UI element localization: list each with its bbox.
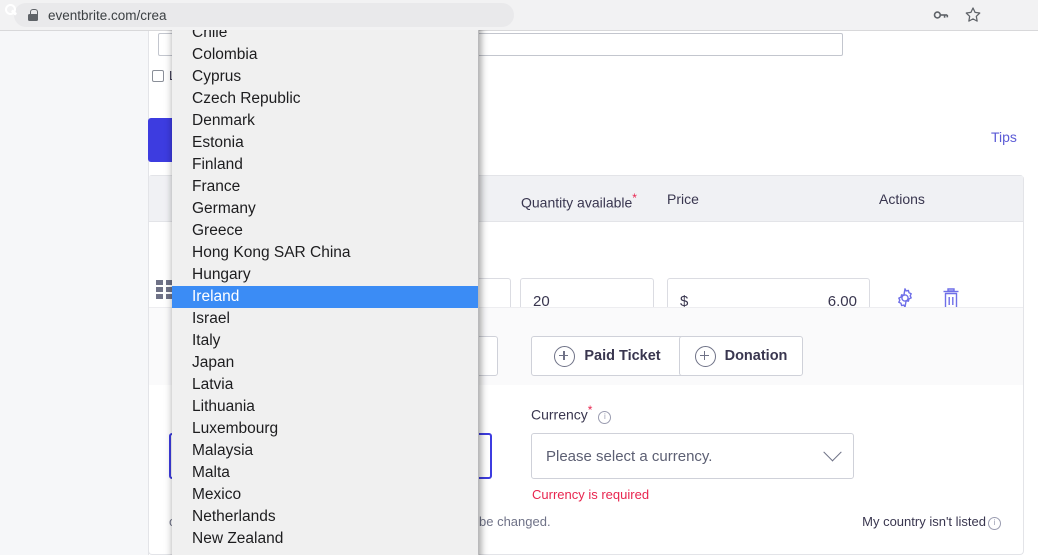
star-icon[interactable] <box>964 6 982 24</box>
tips-link[interactable]: Tips <box>991 129 1017 145</box>
url-text: eventbrite.com/crea <box>48 7 167 23</box>
country-option[interactable]: Germany <box>172 198 478 220</box>
key-icon[interactable] <box>932 6 950 24</box>
column-header-quantity-label: Quantity available <box>521 194 633 211</box>
browser-chrome: eventbrite.com/crea <box>0 0 1038 31</box>
country-option[interactable]: Estonia <box>172 132 478 154</box>
add-donation-button[interactable]: Donation <box>679 336 803 376</box>
country-option[interactable]: Denmark <box>172 110 478 132</box>
country-dropdown-popup[interactable]: CanadaChileColombiaCyprusCzech RepublicD… <box>172 30 479 555</box>
currency-label-text: Currency <box>531 406 588 423</box>
currency-select-value: Please select a currency. <box>546 447 713 465</box>
plus-icon <box>694 345 716 367</box>
free-ticket-checkbox[interactable] <box>152 70 164 82</box>
add-paid-ticket-button[interactable]: Paid Ticket <box>531 336 684 376</box>
currency-error-message: Currency is required <box>532 487 650 502</box>
country-option[interactable]: France <box>172 176 478 198</box>
country-option[interactable]: Japan <box>172 352 478 374</box>
country-option[interactable]: Czech Republic <box>172 88 478 110</box>
required-marker: * <box>632 191 637 205</box>
country-option[interactable]: Latvia <box>172 374 478 396</box>
country-not-listed-label: My country isn't listed <box>862 514 986 529</box>
country-option[interactable]: Hungary <box>172 264 478 286</box>
plus-icon <box>554 345 576 367</box>
page-body: L Tips Quantity available* Price Actions… <box>0 30 1038 555</box>
currency-select[interactable]: Please select a currency. <box>531 433 854 479</box>
country-option[interactable]: Lithuania <box>172 396 478 418</box>
add-donation-label: Donation <box>724 348 788 364</box>
country-option[interactable]: Malaysia <box>172 440 478 462</box>
country-option[interactable]: New Zealand <box>172 528 478 550</box>
currency-info-icon[interactable]: i <box>598 410 612 424</box>
column-header-actions: Actions <box>879 191 925 207</box>
currency-label: Currency* i <box>531 403 612 424</box>
country-option[interactable]: Colombia <box>172 44 478 66</box>
country-dropdown-options: CanadaChileColombiaCyprusCzech RepublicD… <box>172 30 478 550</box>
column-header-price: Price <box>667 191 699 207</box>
country-option[interactable]: Malta <box>172 462 478 484</box>
country-option[interactable]: Greece <box>172 220 478 242</box>
country-option[interactable]: Luxembourg <box>172 418 478 440</box>
country-not-listed-link[interactable]: My country isn't listed i <box>862 514 1001 530</box>
lock-icon <box>28 9 38 21</box>
country-not-listed-info-icon[interactable]: i <box>988 517 1001 530</box>
country-option[interactable]: Cyprus <box>172 66 478 88</box>
country-change-note: be changed. <box>479 514 551 529</box>
country-option[interactable]: Hong Kong SAR China <box>172 242 478 264</box>
country-option[interactable]: Chile <box>172 30 478 44</box>
country-option[interactable]: Israel <box>172 308 478 330</box>
address-bar[interactable]: eventbrite.com/crea <box>14 3 514 27</box>
country-option[interactable]: Netherlands <box>172 506 478 528</box>
country-option[interactable]: Ireland <box>172 286 478 308</box>
chevron-down-icon <box>823 442 842 461</box>
country-option[interactable]: Italy <box>172 330 478 352</box>
country-option[interactable]: Mexico <box>172 484 478 506</box>
currency-required-marker: * <box>587 403 593 417</box>
column-header-quantity: Quantity available* <box>521 191 637 211</box>
add-paid-ticket-label: Paid Ticket <box>584 348 661 364</box>
country-option[interactable]: Finland <box>172 154 478 176</box>
